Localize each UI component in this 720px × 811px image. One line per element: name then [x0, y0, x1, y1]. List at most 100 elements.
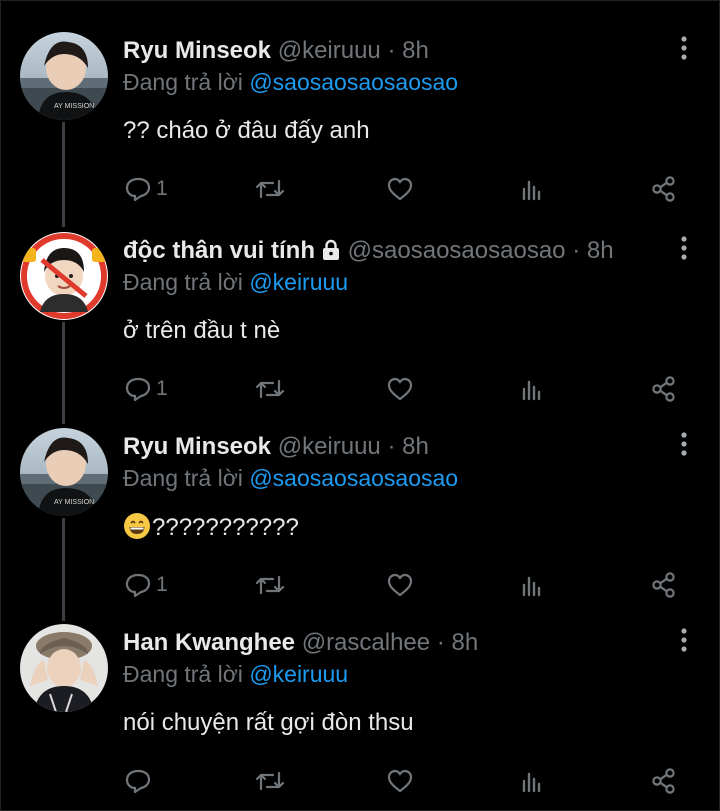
- timestamp[interactable]: 8h: [402, 37, 429, 64]
- display-name[interactable]: Ryu Minseok: [123, 433, 271, 460]
- reply-button[interactable]: 1: [124, 372, 168, 406]
- tweet[interactable]: AY MISSION Ryu Minseok @keiruuu · 8h Đan…: [0, 428, 720, 618]
- user-handle[interactable]: @rascalhee: [302, 629, 430, 656]
- tweet-actions: 1: [0, 568, 720, 602]
- like-button[interactable]: [386, 372, 414, 406]
- views-button[interactable]: [520, 764, 544, 798]
- tweet-header: Han Kwanghee @rascalhee · 8h: [123, 628, 478, 658]
- like-button[interactable]: [386, 764, 414, 798]
- tweet-actions: [0, 764, 720, 798]
- tweet-text-container: ???????????: [123, 512, 299, 543]
- share-button[interactable]: [650, 568, 678, 602]
- reply-mention-link[interactable]: @keiruuu: [249, 269, 348, 295]
- more-options-button[interactable]: [674, 430, 694, 458]
- replying-to: Đang trả lời @keiruuu: [123, 267, 348, 297]
- reply-prefix: Đang trả lời: [123, 465, 243, 491]
- views-button[interactable]: [520, 372, 544, 406]
- tweet-text: ở trên đầu t nè: [123, 317, 281, 344]
- retweet-button[interactable]: [255, 568, 285, 602]
- like-button[interactable]: [386, 568, 414, 602]
- reply-button[interactable]: [124, 764, 152, 798]
- reply-mention-link[interactable]: @saosaosaosaosao: [249, 465, 458, 491]
- timestamp[interactable]: 8h: [587, 237, 614, 264]
- reply-button[interactable]: 1: [124, 172, 168, 206]
- retweet-button[interactable]: [255, 372, 285, 406]
- reply-mention-link[interactable]: @keiruuu: [249, 661, 348, 687]
- tweet[interactable]: AY MISSION Ryu Minseok @keiruuu · 8h Đan…: [0, 32, 720, 222]
- tweet-actions: 1: [0, 372, 720, 406]
- reply-prefix: Đang trả lời: [123, 69, 243, 95]
- more-vert-icon: [681, 432, 687, 456]
- display-name[interactable]: độc thân vui tính: [123, 237, 315, 264]
- reply-count: 1: [156, 177, 168, 200]
- share-button[interactable]: [650, 172, 678, 206]
- avatar-image: AY MISSION: [20, 428, 108, 516]
- tweet-header: Ryu Minseok @keiruuu · 8h: [123, 432, 429, 462]
- avatar-image: AY MISSION: [20, 32, 108, 120]
- like-icon: [387, 573, 413, 597]
- tweet-text: ?? cháo ở đâu đấy anh: [123, 117, 370, 144]
- share-button[interactable]: [650, 764, 678, 798]
- reply-mention-link[interactable]: @saosaosaosaosao: [249, 69, 458, 95]
- tweet-header: Ryu Minseok @keiruuu · 8h: [123, 36, 429, 66]
- user-handle[interactable]: @keiruuu: [278, 37, 381, 64]
- share-icon: [652, 376, 675, 402]
- retweet-button[interactable]: [255, 172, 285, 206]
- retweet-icon: [255, 575, 285, 595]
- views-button[interactable]: [520, 172, 544, 206]
- replying-to: Đang trả lời @saosaosaosaosao: [123, 67, 458, 97]
- more-vert-icon: [681, 36, 687, 60]
- retweet-icon: [255, 771, 285, 791]
- replying-to: Đang trả lời @keiruuu: [123, 659, 348, 689]
- timestamp[interactable]: 8h: [402, 433, 429, 460]
- tweet-header: độc thân vui tính @saosaosaosaosao · 8h: [123, 236, 614, 266]
- like-button[interactable]: [386, 172, 414, 206]
- reply-button[interactable]: 1: [124, 568, 168, 602]
- share-icon: [652, 572, 675, 598]
- views-icon: [522, 772, 541, 793]
- separator-dot: ·: [436, 629, 445, 656]
- separator-dot: ·: [572, 237, 581, 264]
- user-handle[interactable]: @saosaosaosaosao: [348, 237, 566, 264]
- more-options-button[interactable]: [674, 34, 694, 62]
- svg-text:AY MISSION: AY MISSION: [54, 103, 94, 110]
- retweet-icon: [255, 179, 285, 199]
- share-button[interactable]: [650, 372, 678, 406]
- avatar[interactable]: [20, 624, 108, 712]
- display-name[interactable]: Ryu Minseok: [123, 37, 271, 64]
- reply-icon: [125, 769, 151, 794]
- views-icon: [522, 380, 541, 401]
- user-handle[interactable]: @keiruuu: [278, 433, 381, 460]
- tweet[interactable]: Han Kwanghee @rascalhee · 8h Đang trả lờ…: [0, 624, 720, 811]
- like-icon: [387, 769, 413, 793]
- lock-icon: [323, 239, 339, 260]
- avatar[interactable]: AY MISSION: [20, 428, 108, 516]
- tweet[interactable]: độc thân vui tính @saosaosaosaosao · 8h …: [0, 232, 720, 422]
- reply-count: 1: [156, 573, 168, 596]
- timestamp[interactable]: 8h: [451, 629, 478, 656]
- retweet-icon: [255, 379, 285, 399]
- reply-icon: [125, 377, 151, 402]
- views-button[interactable]: [520, 568, 544, 602]
- more-vert-icon: [681, 628, 687, 652]
- views-icon: [522, 180, 541, 201]
- share-icon: [652, 768, 675, 794]
- avatar[interactable]: AY MISSION: [20, 32, 108, 120]
- reply-prefix: Đang trả lời: [123, 661, 243, 687]
- more-options-button[interactable]: [674, 626, 694, 654]
- tweet-actions: 1: [0, 172, 720, 206]
- like-icon: [387, 377, 413, 401]
- avatar-image: [20, 232, 108, 320]
- more-options-button[interactable]: [674, 234, 694, 262]
- avatar[interactable]: [20, 232, 108, 320]
- separator-dot: ·: [387, 37, 396, 64]
- share-icon: [652, 176, 675, 202]
- display-name[interactable]: Han Kwanghee: [123, 629, 295, 656]
- tweet-text: nói chuyện rất gợi đòn thsu: [123, 709, 414, 736]
- replying-to: Đang trả lời @saosaosaosaosao: [123, 463, 458, 493]
- retweet-button[interactable]: [255, 764, 285, 798]
- tweet-text: ???????????: [152, 514, 299, 541]
- views-icon: [522, 576, 541, 597]
- reply-icon: [125, 177, 151, 202]
- separator-dot: ·: [387, 433, 396, 460]
